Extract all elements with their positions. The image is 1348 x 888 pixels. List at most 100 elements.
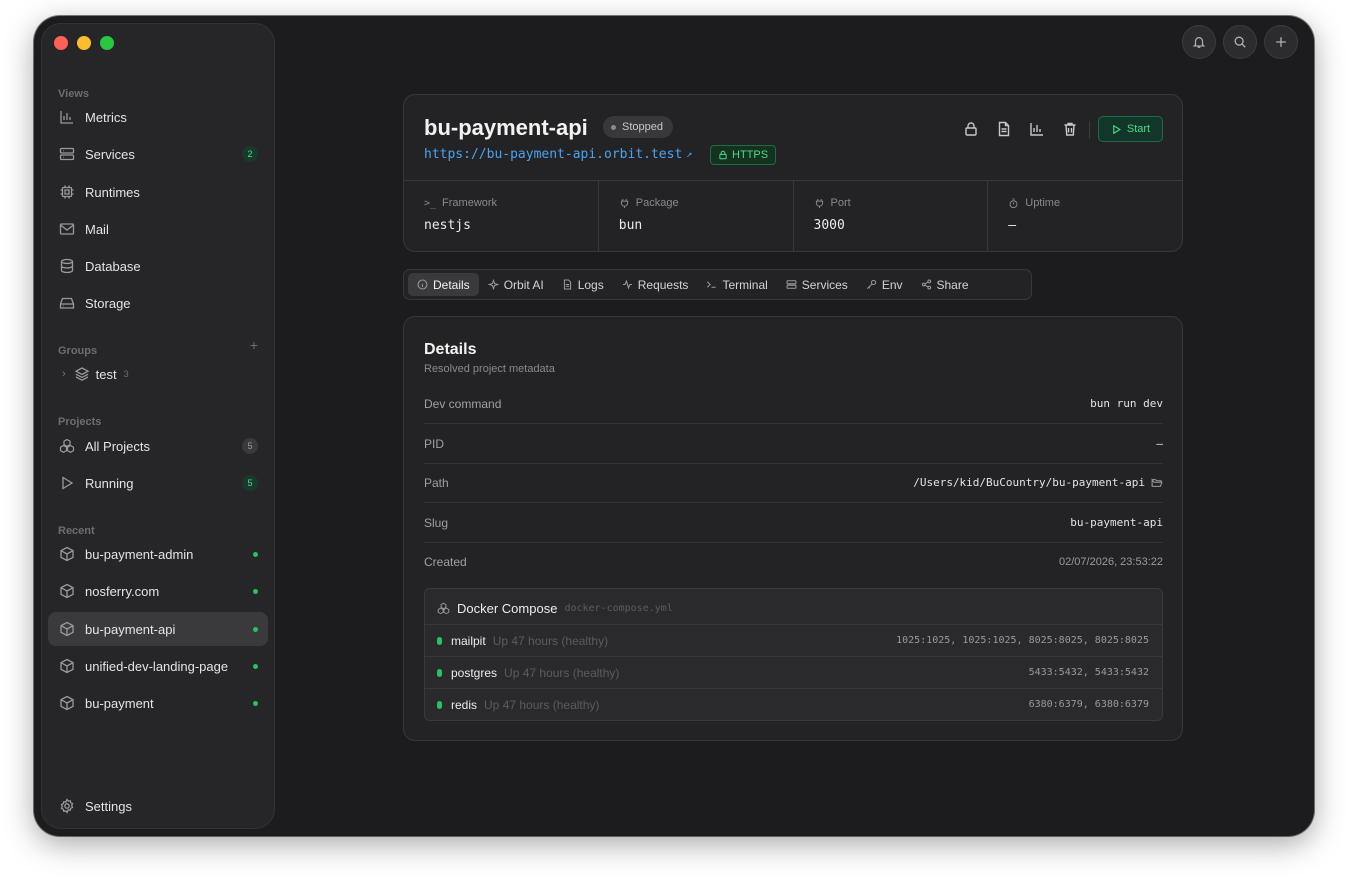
close-window-button[interactable] [54, 36, 68, 50]
package-icon [59, 658, 75, 674]
detail-row-created: Created 02/07/2026, 23:53:22 [424, 542, 1163, 582]
add-group-button[interactable]: + [250, 337, 258, 353]
recent-item-unified-dev-landing-page[interactable]: unified-dev-landing-page [48, 649, 268, 683]
sidebar-item-label: Running [85, 475, 134, 491]
stat-value: nestjs [424, 218, 471, 233]
stat-label: Uptime [1025, 197, 1061, 209]
maximize-window-button[interactable] [100, 36, 114, 50]
minimize-window-button[interactable] [77, 36, 91, 50]
recent-item-nosferry[interactable]: nosferry.com [48, 574, 268, 608]
sidebar-item-metrics[interactable]: Metrics [48, 100, 268, 134]
sidebar-item-label: Settings [85, 798, 132, 814]
tab-services[interactable]: Services [777, 273, 857, 296]
delete-button[interactable] [1062, 121, 1078, 142]
tab-logs[interactable]: Logs [553, 273, 613, 296]
start-label: Start [1126, 123, 1151, 135]
detail-value: bun run dev [1090, 397, 1163, 410]
layers-icon [74, 366, 90, 382]
stat-port: Port 3000 [794, 181, 989, 252]
recent-item-bu-payment[interactable]: bu-payment [48, 686, 268, 720]
sidebar-item-label: Storage [85, 295, 131, 311]
add-button[interactable] [1264, 25, 1298, 59]
metrics-button[interactable] [1029, 121, 1045, 142]
recent-item-bu-payment-api[interactable]: bu-payment-api [48, 612, 268, 646]
database-icon [59, 258, 75, 274]
all-projects-count-badge: 5 [242, 438, 258, 454]
sidebar-item-runtimes[interactable]: Runtimes [48, 175, 268, 209]
sidebar-item-all-projects[interactable]: All Projects 5 [48, 429, 268, 463]
sidebar-item-database[interactable]: Database [48, 249, 268, 283]
sidebar-item-services[interactable]: Services 2 [48, 137, 268, 171]
detail-key: Slug [424, 515, 449, 530]
file-text-icon [563, 279, 571, 290]
tab-orbit-ai[interactable]: Orbit AI [479, 273, 553, 296]
chevron-right-icon: › [62, 368, 66, 380]
search-button[interactable] [1223, 25, 1257, 59]
service-ports: 5433:5432, 5433:5432 [1028, 667, 1149, 678]
recent-item-bu-payment-admin[interactable]: bu-payment-admin [48, 537, 268, 571]
running-status-dot [253, 700, 258, 706]
search-icon [1234, 36, 1246, 48]
folder-open-icon[interactable] [1151, 477, 1163, 489]
activity-icon [622, 279, 632, 290]
start-button[interactable]: Start [1098, 116, 1163, 142]
detail-value: – [1156, 437, 1163, 450]
stat-framework: >_ Framework nestjs [404, 181, 599, 252]
plug-icon [815, 198, 823, 208]
tab-share[interactable]: Share [912, 273, 978, 296]
service-row-redis: redis Up 47 hours (healthy) 6380:6379, 6… [425, 688, 1162, 720]
tab-label: Details [433, 277, 470, 292]
groups-section-label: Groups [58, 345, 98, 357]
sidebar-item-settings[interactable]: Settings [48, 789, 268, 823]
plug-icon [620, 198, 628, 208]
docker-compose-header: Docker Compose docker-compose.yml [437, 601, 673, 616]
window-controls [54, 36, 114, 50]
gear-icon [59, 798, 75, 814]
service-row-mailpit: mailpit Up 47 hours (healthy) 1025:1025,… [425, 624, 1162, 656]
detail-row-path: Path /Users/kid/BuCountry/bu-payment-api [424, 463, 1163, 503]
running-status-dot [253, 663, 258, 669]
hard-drive-icon [59, 295, 75, 311]
server-icon [786, 280, 797, 289]
timer-icon [1009, 198, 1018, 208]
group-item-test[interactable]: › test 3 [62, 366, 129, 382]
tab-label: Requests [637, 277, 689, 292]
project-stats: >_ Framework nestjs Package bun Port 3000… [404, 180, 1182, 252]
document-button[interactable] [996, 121, 1012, 142]
tab-requests[interactable]: Requests [613, 273, 698, 296]
sidebar-item-storage[interactable]: Storage [48, 286, 268, 320]
project-url-link[interactable]: https://bu-payment-api.orbit.test ↗ [424, 147, 692, 162]
lock-icon [719, 150, 727, 160]
sparkles-icon [487, 279, 499, 290]
service-name: redis [451, 697, 478, 712]
detail-row-pid: PID – [424, 424, 1163, 464]
stat-value: 3000 [813, 218, 845, 233]
containers-icon [437, 602, 450, 615]
sidebar-item-label: Metrics [85, 109, 127, 125]
tab-terminal[interactable]: Terminal [697, 273, 776, 296]
notifications-button[interactable] [1182, 25, 1216, 59]
stat-value: — [1008, 218, 1017, 233]
key-icon [866, 279, 876, 289]
sidebar-item-label: Services [85, 146, 135, 162]
detail-key: Created [424, 555, 467, 569]
lock-icon [965, 122, 977, 136]
sidebar-item-mail[interactable]: Mail [48, 212, 268, 246]
sidebar-item-running[interactable]: Running 5 [48, 466, 268, 500]
tab-details[interactable]: Details [408, 273, 479, 296]
tab-label: Env [881, 277, 903, 292]
service-name: postgres [451, 665, 498, 680]
project-url-text: https://bu-payment-api.orbit.test [424, 147, 683, 162]
docker-compose-file: docker-compose.yml [564, 603, 673, 614]
sidebar: Views Metrics Services 2 Runtimes Mail D… [41, 23, 275, 829]
detail-key: Path [424, 475, 449, 490]
lock-button[interactable] [963, 121, 979, 142]
project-title: bu-payment-api [424, 115, 588, 140]
stat-uptime: Uptime — [988, 181, 1182, 252]
tab-env[interactable]: Env [857, 273, 912, 296]
sidebar-item-label: bu-payment-admin [85, 546, 194, 562]
details-title: Details [424, 341, 477, 358]
details-subtitle: Resolved project metadata [424, 363, 555, 375]
sidebar-item-label: nosferry.com [85, 583, 160, 599]
sidebar-item-label: Runtimes [85, 184, 140, 200]
